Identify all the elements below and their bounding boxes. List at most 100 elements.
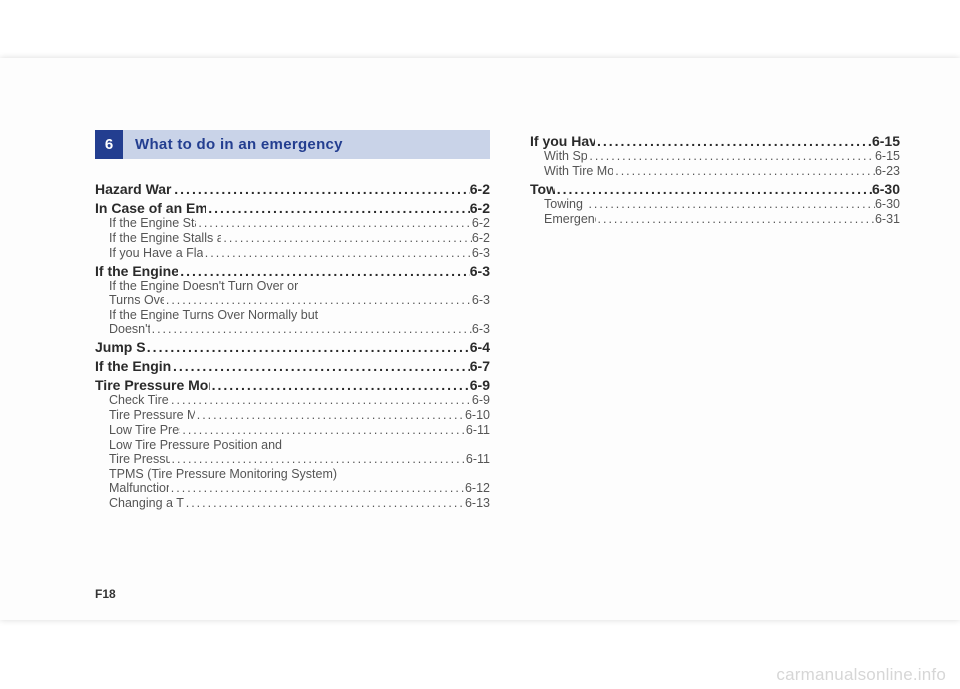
toc-leader: ........................................… <box>206 200 470 216</box>
toc-page: 6-2 <box>470 181 490 197</box>
toc-entry: Changing a Tire with TPMS...............… <box>95 496 490 510</box>
toc-title: Doesn't Start <box>109 322 150 336</box>
toc-leader: ........................................… <box>169 393 472 407</box>
section-title: What to do in an emergency <box>123 130 490 159</box>
toc-page: 6-7 <box>470 358 490 374</box>
toc-entry: Check Tire Pressure.....................… <box>95 393 490 407</box>
page-number: F18 <box>95 587 116 601</box>
toc-entry: With Spare Tire.........................… <box>530 149 900 163</box>
toc-leader: ........................................… <box>613 164 875 178</box>
toc-page: 6-4 <box>470 339 490 355</box>
toc-page: 6-2 <box>472 216 490 230</box>
toc-title: If the Engine Turns Over Normally but <box>109 308 318 322</box>
toc-leader: ........................................… <box>180 423 466 437</box>
toc-leader: ........................................… <box>178 263 470 279</box>
toc-entry: TPMS (Tire Pressure Monitoring System) <box>95 467 490 481</box>
toc-page: 6-2 <box>472 231 490 245</box>
toc-leader: ........................................… <box>596 212 875 226</box>
toc-entry: If the Engine Stalls While Driving......… <box>95 216 490 230</box>
toc-title: Turns Over Slowly <box>109 293 164 307</box>
toc-right-list: If you Have a Flat Tire.................… <box>530 133 900 226</box>
toc-page: 6-13 <box>465 496 490 510</box>
toc-title: Malfunction Indicator <box>109 481 169 495</box>
toc-page: 6-12 <box>465 481 490 495</box>
toc-entry: Tire Pressure Monitoring System.........… <box>95 408 490 422</box>
toc-page: 6-9 <box>470 377 490 393</box>
toc-entry: Hazard Warning Flasher..................… <box>95 181 490 197</box>
watermark: carmanualsonline.info <box>776 665 946 685</box>
toc-page: 6-15 <box>875 149 900 163</box>
toc-leader: ........................................… <box>210 377 470 393</box>
toc-page: 6-3 <box>470 263 490 279</box>
toc-entry: Malfunction Indicator...................… <box>95 481 490 495</box>
toc-title: Low Tire Pressure Position and <box>109 438 282 452</box>
toc-entry: Low Tire Pressure Telltale..............… <box>95 423 490 437</box>
toc-title: With Tire Mobility Kit (TMK) <box>544 164 613 178</box>
toc-entry: Tire Pressure Monitoring System (TPMS)..… <box>95 377 490 393</box>
toc-leader: ........................................… <box>170 452 466 466</box>
toc-entry: Towing Service..........................… <box>530 197 900 211</box>
section-header: 6 What to do in an emergency <box>95 130 490 159</box>
toc-entry: Turns Over Slowly.......................… <box>95 293 490 307</box>
toc-entry: If the Engine Overheats.................… <box>95 358 490 374</box>
toc-leader: ........................................… <box>171 358 470 374</box>
toc-title: If the Engine Overheats <box>95 358 171 374</box>
toc-title: If the Engine Will Not Start <box>95 263 178 279</box>
toc-leader: ........................................… <box>555 181 872 197</box>
toc-page: 6-2 <box>470 200 490 216</box>
toc-title: TPMS (Tire Pressure Monitoring System) <box>109 467 337 481</box>
toc-left-column: 6 What to do in an emergency Hazard Warn… <box>95 130 490 511</box>
toc-leader: ........................................… <box>196 216 472 230</box>
toc-leader: ........................................… <box>221 231 472 245</box>
toc-entry: If the Engine Stalls at a Crossroad or C… <box>95 231 490 245</box>
toc-title: If you Have a Flat Tire <box>530 133 595 149</box>
toc-entry: Towing..................................… <box>530 181 900 197</box>
toc-page: 6-9 <box>472 393 490 407</box>
toc-page: 6-11 <box>466 423 490 437</box>
toc-right-column: If you Have a Flat Tire.................… <box>530 130 900 227</box>
toc-page: 6-10 <box>465 408 490 422</box>
toc-leader: ........................................… <box>203 246 472 260</box>
toc-title: If the Engine Stalls at a Crossroad or C… <box>109 231 221 245</box>
toc-leader: ........................................… <box>586 197 875 211</box>
toc-page: 6-30 <box>872 181 900 197</box>
toc-leader: ........................................… <box>587 149 875 163</box>
toc-page: 6-31 <box>875 212 900 226</box>
toc-page: 6-3 <box>472 322 490 336</box>
toc-leader: ........................................… <box>164 293 472 307</box>
toc-page: 6-11 <box>466 452 490 466</box>
toc-page: 6-30 <box>875 197 900 211</box>
toc-entry: In Case of an Emergency While Driving...… <box>95 200 490 216</box>
toc-title: Tire Pressure Monitoring System <box>109 408 195 422</box>
toc-entry: If the Engine Turns Over Normally but <box>95 308 490 322</box>
toc-leader: ........................................… <box>184 496 465 510</box>
toc-title: Changing a Tire with TPMS <box>109 496 184 510</box>
toc-leader: ........................................… <box>595 133 872 149</box>
toc-title: Jump Starting <box>95 339 145 355</box>
toc-title: Towing <box>530 181 555 197</box>
toc-title: Low Tire Pressure Telltale <box>109 423 180 437</box>
toc-title: Emergency Towing <box>544 212 596 226</box>
toc-entry: Tire Pressure Telltale..................… <box>95 452 490 466</box>
toc-title: If the Engine Stalls While Driving <box>109 216 196 230</box>
toc-entry: If the Engine Will Not Start............… <box>95 263 490 279</box>
toc-entry: Jump Starting...........................… <box>95 339 490 355</box>
toc-entry: Low Tire Pressure Position and <box>95 438 490 452</box>
toc-entry: Doesn't Start...........................… <box>95 322 490 336</box>
toc-entry: If you Have a Flat Tire.................… <box>530 133 900 149</box>
toc-entry: If you Have a Flat Tire While Driving...… <box>95 246 490 260</box>
toc-leader: ........................................… <box>172 181 469 197</box>
toc-leader: ........................................… <box>195 408 465 422</box>
toc-leader: ........................................… <box>169 481 465 495</box>
section-number: 6 <box>95 130 123 159</box>
toc-left-list: Hazard Warning Flasher..................… <box>95 181 490 510</box>
toc-page: 6-3 <box>472 293 490 307</box>
toc-entry: If the Engine Doesn't Turn Over or <box>95 279 490 293</box>
toc-page: 6-15 <box>872 133 900 149</box>
toc-title: If you Have a Flat Tire While Driving <box>109 246 203 260</box>
toc-title: Tire Pressure Telltale <box>109 452 170 466</box>
toc-page: 6-23 <box>875 164 900 178</box>
toc-leader: ........................................… <box>150 322 472 336</box>
toc-title: If the Engine Doesn't Turn Over or <box>109 279 298 293</box>
toc-title: Towing Service <box>544 197 586 211</box>
